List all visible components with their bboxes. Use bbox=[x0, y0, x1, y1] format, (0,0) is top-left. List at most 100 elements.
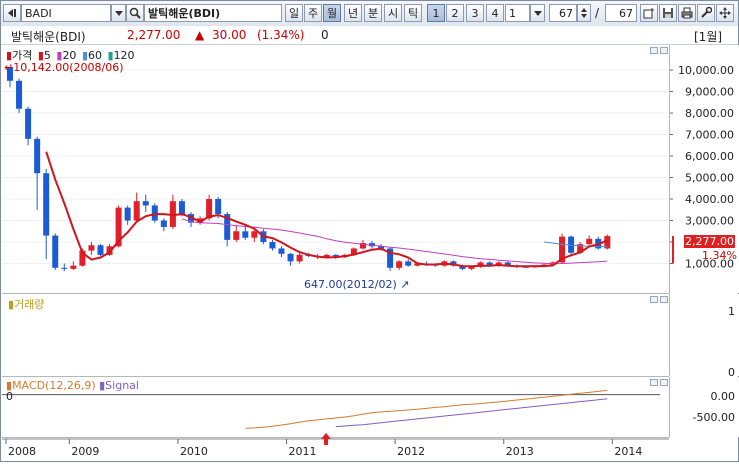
symbol-dropdown-button[interactable] bbox=[111, 4, 126, 22]
quote-change-pct: (1.34%) bbox=[257, 28, 305, 42]
pane-minimize-button[interactable] bbox=[650, 379, 658, 386]
pane-close-button[interactable] bbox=[660, 47, 668, 54]
macd-legend: ▮MACD(12,26,9) ▮Signal bbox=[6, 379, 139, 392]
candle-body-23 bbox=[215, 199, 222, 215]
save-button[interactable] bbox=[659, 4, 677, 22]
up-arrow-icon: ▲ bbox=[195, 28, 205, 42]
symbol-code-input[interactable]: BADI bbox=[21, 4, 111, 22]
prev-arrow-button[interactable] bbox=[3, 4, 21, 22]
x-tick-label-5: 2013 bbox=[506, 445, 534, 458]
price-tick-label-9: 10,000.00 bbox=[678, 64, 734, 77]
price-chart bbox=[2, 66, 669, 272]
period-month-button[interactable]: 월 bbox=[323, 4, 341, 22]
period-year-button[interactable]: 년 bbox=[344, 4, 362, 22]
period-day-button[interactable]: 일 bbox=[285, 4, 303, 22]
new-window-button[interactable] bbox=[640, 4, 658, 22]
quote-infobar: 발틱해운(BDI) 2,277.00 ▲ 30.00 (1.34%) 0 [1월… bbox=[1, 26, 738, 45]
search-icon bbox=[129, 7, 141, 19]
candle-body-10 bbox=[97, 245, 104, 255]
chart-tab-4[interactable]: 4 bbox=[486, 4, 504, 22]
symbol-search-button[interactable] bbox=[126, 4, 144, 22]
candle-body-19 bbox=[178, 201, 185, 215]
candle-body-26 bbox=[242, 231, 249, 238]
candle-body-29 bbox=[269, 242, 276, 249]
candle-body-14 bbox=[133, 201, 140, 221]
candle-body-64 bbox=[586, 238, 593, 245]
stepper-arrows-icon bbox=[581, 8, 587, 18]
price-tick-label-8: 9,000.00 bbox=[685, 86, 734, 99]
time-x-axis: 2008 2009 2010 2011 2012 2013 2014 bbox=[2, 438, 669, 461]
candle-body-27 bbox=[251, 231, 258, 238]
save-icon bbox=[663, 8, 673, 18]
price-tick-label-3: 4,000.00 bbox=[685, 193, 734, 206]
total-bars-field: 67 bbox=[605, 4, 637, 22]
up-arrow-marker-icon bbox=[321, 433, 331, 445]
visible-bars-input[interactable]: 67 bbox=[549, 4, 577, 22]
volume-pane[interactable]: ▮거래량 bbox=[2, 294, 669, 377]
bent-arrow-icon: ↵ bbox=[4, 61, 14, 74]
price-y-axis: 1,000.002,000.003,000.004,000.005,000.00… bbox=[669, 45, 739, 293]
candle-body-44 bbox=[405, 261, 412, 266]
price-tick-label-5: 6,000.00 bbox=[685, 150, 734, 163]
pane-minimize-button[interactable] bbox=[650, 296, 658, 303]
price-tick-label-2: 3,000.00 bbox=[685, 215, 734, 228]
volume-legend: ▮거래량 bbox=[8, 298, 45, 311]
period-minute-button[interactable]: 분 bbox=[364, 4, 382, 22]
settings-button[interactable] bbox=[697, 4, 715, 22]
period-week-button[interactable]: 주 bbox=[304, 4, 322, 22]
candle-body-7 bbox=[70, 265, 77, 269]
pane-close-button[interactable] bbox=[660, 296, 668, 303]
move-button[interactable] bbox=[716, 4, 734, 22]
chart-tab-1[interactable]: 1 bbox=[427, 4, 445, 22]
volume-y-axis: 1 0 bbox=[669, 294, 739, 379]
candle-body-32 bbox=[296, 254, 303, 262]
x-tick-label-2: 2010 bbox=[180, 445, 208, 458]
move-icon bbox=[719, 7, 731, 19]
price-tick-label-7: 8,000.00 bbox=[685, 107, 734, 120]
candle-body-2 bbox=[25, 108, 32, 139]
pane-minimize-button[interactable] bbox=[650, 47, 658, 54]
price-pane[interactable]: ▮가격 ▮5 ▮20 ▮60 ▮120 ↵10,142.00(2008/06) … bbox=[2, 45, 669, 294]
new-window-icon bbox=[643, 8, 654, 19]
candle-body-31 bbox=[287, 253, 294, 262]
pane-close-button[interactable] bbox=[660, 379, 668, 386]
quote-change: 30.00 bbox=[212, 28, 247, 42]
chart-tab-3[interactable]: 3 bbox=[466, 4, 484, 22]
print-button[interactable] bbox=[678, 4, 696, 22]
candle-body-9 bbox=[88, 245, 95, 251]
time-x-axis-labels: 2008 2009 2010 2011 2012 2013 2014 bbox=[2, 438, 669, 458]
chart-toolbar: BADI 발틱해운(BDI) 일 주 월 년 분 시 틱 1 2 3 4 1 6… bbox=[1, 1, 738, 27]
candle-body-43 bbox=[396, 261, 403, 268]
candle-body-30 bbox=[278, 248, 285, 254]
x-tick-label-3: 2011 bbox=[289, 445, 317, 458]
x-tick-label-1: 2009 bbox=[71, 445, 99, 458]
period-tick-button[interactable]: 틱 bbox=[404, 4, 422, 22]
bars-separator: / bbox=[595, 6, 600, 20]
count-input[interactable]: 1 bbox=[505, 4, 530, 22]
period-hour-button[interactable]: 시 bbox=[384, 4, 402, 22]
candle-body-5 bbox=[52, 235, 59, 268]
chevron-down-icon bbox=[533, 10, 542, 16]
candle-body-3 bbox=[34, 138, 41, 174]
candle-body-15 bbox=[142, 201, 149, 206]
hts-chart-window: BADI 발틱해운(BDI) 일 주 월 년 분 시 틱 1 2 3 4 1 6… bbox=[0, 0, 739, 462]
price-tick-label-4: 5,000.00 bbox=[685, 172, 734, 185]
wrench-icon bbox=[701, 7, 712, 18]
high-annotation: ↵10,142.00(2008/06) bbox=[4, 61, 124, 74]
interval-tag: [1월] bbox=[694, 30, 723, 44]
macd-y-axis: 0.00 -500.00 bbox=[669, 377, 739, 437]
left-arrow-icon bbox=[8, 9, 13, 17]
macd-line bbox=[245, 389, 608, 429]
price-tick-label-6: 7,000.00 bbox=[685, 129, 734, 142]
symbol-name-field: 발틱해운(BDI) bbox=[144, 4, 282, 22]
candle-body-13 bbox=[124, 207, 131, 221]
quote-volume: 0 bbox=[321, 28, 329, 42]
quote-price: 2,277.00 bbox=[127, 28, 181, 42]
volume-tick-1: 1 bbox=[728, 305, 735, 318]
macd-pane[interactable]: ▮MACD(12,26,9) ▮Signal 0 bbox=[2, 377, 669, 438]
candle-body-4 bbox=[43, 173, 50, 236]
quote-name: 발틱해운(BDI) bbox=[11, 30, 86, 44]
visible-bars-stepper[interactable] bbox=[577, 4, 591, 22]
count-dropdown-button[interactable] bbox=[530, 4, 545, 22]
chart-tab-2[interactable]: 2 bbox=[446, 4, 464, 22]
